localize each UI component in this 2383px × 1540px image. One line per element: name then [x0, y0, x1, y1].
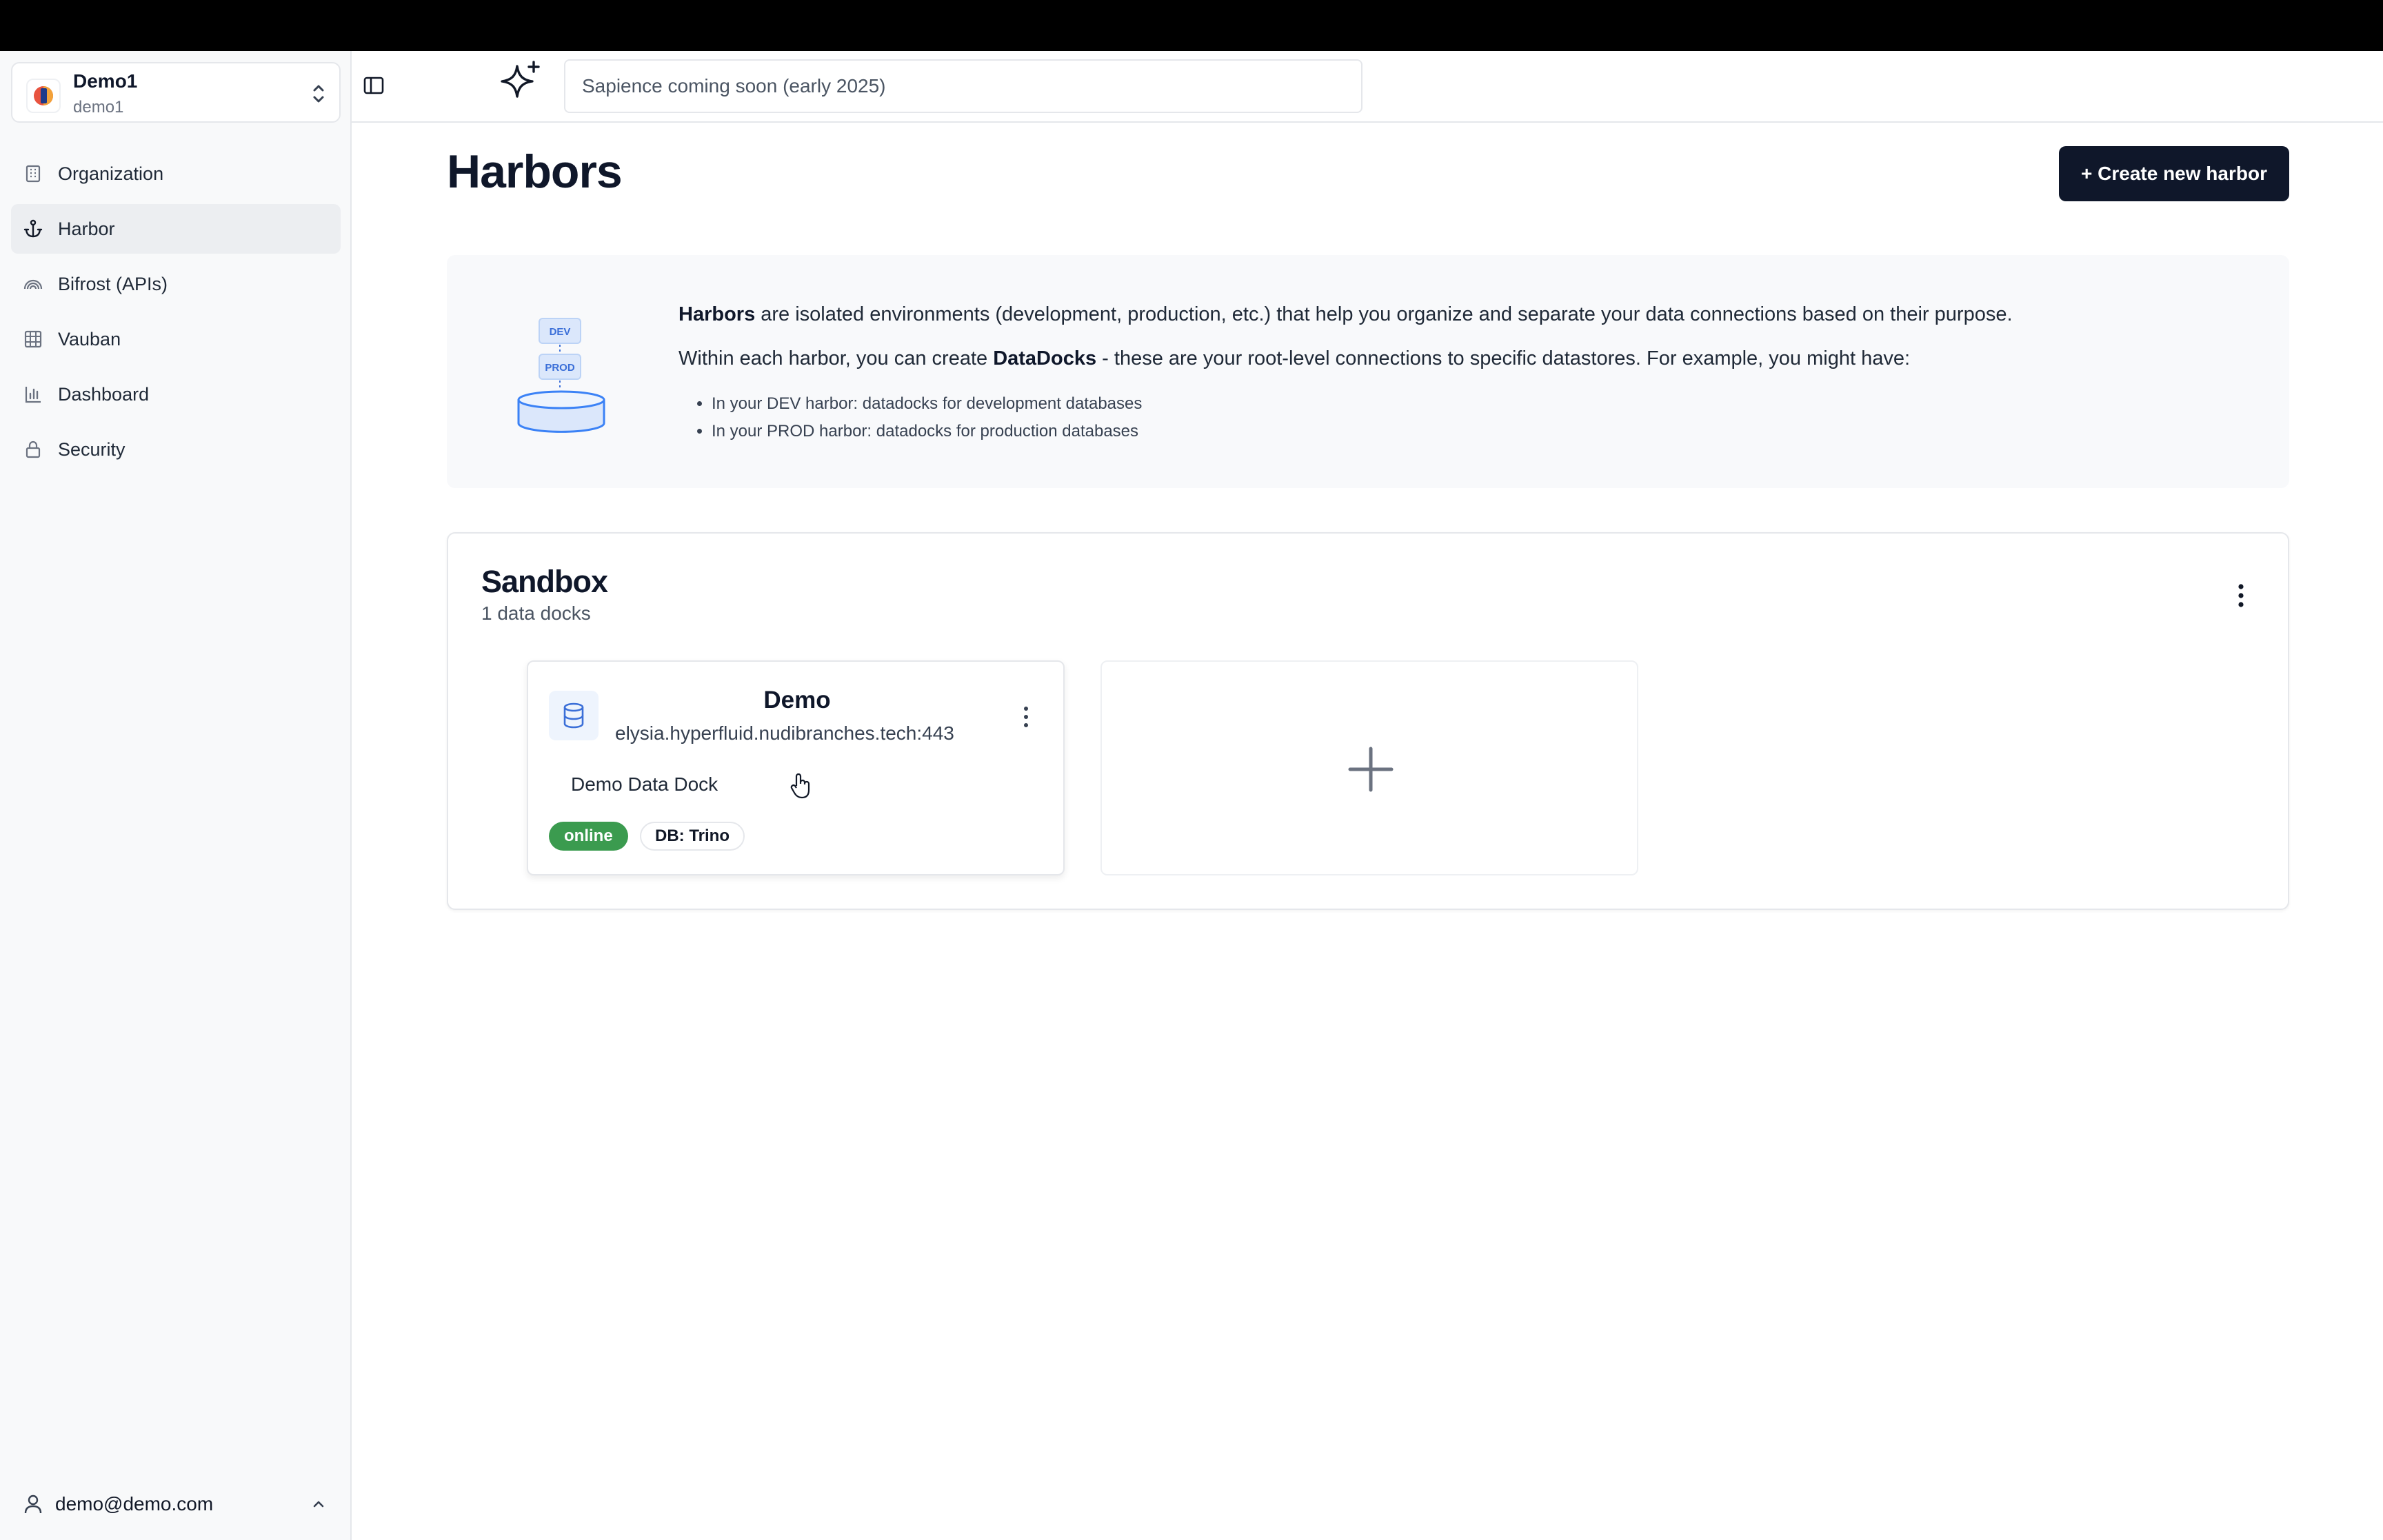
- list-item: In your DEV harbor: datadocks for develo…: [712, 390, 1142, 418]
- more-vertical-icon[interactable]: [1020, 705, 1032, 729]
- sidebar-item-vauban[interactable]: Vauban: [11, 314, 341, 364]
- sidebar-item-harbor[interactable]: Harbor: [11, 204, 341, 254]
- window-top-bar: [0, 0, 2383, 51]
- sidebar-item-label: Organization: [58, 163, 164, 184]
- user-email: demo@demo.com: [55, 1493, 214, 1514]
- harbor-name: Sandbox: [481, 564, 608, 599]
- info-paragraph-2-rest: - these are your root-level connections …: [1096, 347, 1911, 369]
- sidebar-item-label: Vauban: [58, 328, 121, 349]
- org-name: Demo1: [73, 70, 138, 92]
- harbor-illustration: DEV PROD: [517, 318, 605, 433]
- sidebar-item-organization[interactable]: Organization: [11, 149, 341, 199]
- sidebar-item-label: Harbor: [58, 218, 115, 239]
- datadock-host: elysia.hyperfluid.nudibranches.tech:443: [615, 722, 954, 744]
- add-datadock-button[interactable]: [1100, 660, 1638, 875]
- building-icon: [22, 163, 44, 185]
- lock-icon: [22, 438, 44, 460]
- illustration-prod-label: PROD: [545, 362, 575, 374]
- harbor-info-box: DEV PROD Harbors are isolated environmen…: [447, 255, 2289, 488]
- info-paragraph-1-text: are isolated environments (development, …: [755, 303, 2013, 325]
- more-vertical-icon[interactable]: [2234, 582, 2248, 609]
- bar-chart-icon: [22, 383, 44, 405]
- page-title: Harbors: [447, 145, 623, 198]
- create-harbor-button[interactable]: + Create new harbor: [2059, 146, 2289, 201]
- chevrons-up-down-icon: [313, 85, 324, 103]
- user-icon: [24, 1495, 42, 1514]
- hand-pointer-cursor-icon: [790, 773, 810, 799]
- chevron-up-icon: [313, 1501, 324, 1508]
- grid-icon: [22, 328, 44, 350]
- org-switcher[interactable]: Demo1 demo1: [11, 62, 341, 123]
- sidebar-item-bifrost[interactable]: Bifrost (APIs): [11, 259, 341, 309]
- datadock-card[interactable]: Demo elysia.hyperfluid.nudibranches.tech…: [527, 660, 1065, 875]
- user-menu[interactable]: demo@demo.com: [11, 1482, 341, 1526]
- sidebar-item-label: Dashboard: [58, 383, 150, 405]
- info-paragraph-2-start: Within each harbor, you can create: [678, 347, 994, 369]
- status-badge: online: [549, 822, 628, 851]
- sidebar-nav: Organization Harbor Bifrost (APIs) Vauba…: [11, 149, 341, 480]
- info-paragraph-1: Harbors are isolated environments (devel…: [678, 303, 2013, 326]
- list-item: In your PROD harbor: datadocks for produ…: [712, 418, 1142, 445]
- org-slug: demo1: [73, 98, 124, 116]
- harbor-card-sandbox: Sandbox 1 data docks Demo elysia.hyperfl…: [447, 532, 2289, 910]
- info-datadocks-term: DataDocks: [993, 347, 1097, 369]
- header-divider: [352, 121, 2383, 123]
- info-harbors-term: Harbors: [678, 303, 756, 325]
- harbor-dock-count: 1 data docks: [481, 602, 591, 624]
- org-logo-icon: [26, 79, 61, 113]
- sidebar-item-dashboard[interactable]: Dashboard: [11, 369, 341, 419]
- sidebar-item-security[interactable]: Security: [11, 425, 341, 474]
- rainbow-icon: [22, 273, 44, 295]
- anchor-icon: [22, 218, 44, 240]
- plus-icon: [1348, 747, 1394, 792]
- sidebar-item-label: Security: [58, 438, 125, 460]
- info-example-list: In your DEV harbor: datadocks for develo…: [678, 390, 1142, 445]
- datadock-description: Demo Data Dock: [571, 773, 718, 795]
- db-type-badge: DB: Trino: [640, 822, 745, 851]
- sidebar-toggle-icon[interactable]: [361, 73, 386, 98]
- info-paragraph-2: Within each harbor, you can create DataD…: [678, 347, 1910, 370]
- illustration-dev-label: DEV: [550, 326, 571, 338]
- sparkle-icon[interactable]: [499, 59, 542, 102]
- datadock-title: Demo: [763, 687, 831, 713]
- sidebar: Demo1 demo1 Organization Harbor Bifrost …: [0, 51, 352, 1540]
- sapience-input[interactable]: Sapience coming soon (early 2025): [564, 59, 1363, 113]
- sidebar-item-label: Bifrost (APIs): [58, 273, 168, 294]
